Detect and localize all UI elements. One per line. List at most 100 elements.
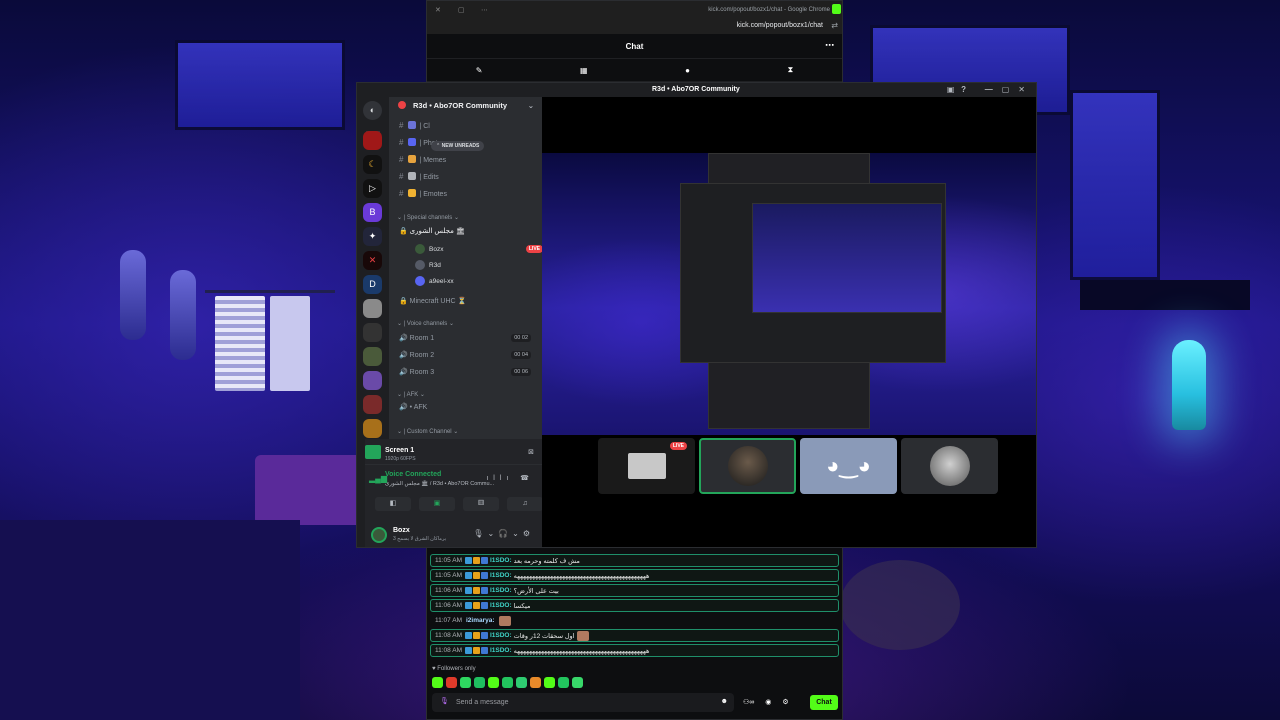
maximize-icon[interactable]: ▢ bbox=[1002, 85, 1019, 94]
emote-icon[interactable] bbox=[446, 677, 457, 688]
chat-send-button[interactable]: Chat bbox=[810, 695, 838, 710]
text-channel[interactable]: # | Emotes bbox=[399, 189, 447, 198]
category-custom-label[interactable]: Custom Channel bbox=[407, 429, 452, 435]
badge-icon[interactable] bbox=[480, 572, 488, 579]
chat-bubble-icon[interactable]: ● bbox=[685, 66, 690, 75]
voice-channel[interactable]: 🔊 Room 3 00 06 bbox=[399, 368, 537, 376]
text-channel-label[interactable]: Memes bbox=[423, 157, 446, 164]
server-icon-grey[interactable] bbox=[363, 299, 382, 318]
chat-message[interactable]: 11:08 AM I1SDO: اول سحقات 12ر وقات bbox=[430, 629, 839, 642]
discord-home-icon[interactable]: ◐ bbox=[363, 101, 382, 120]
chrome-restore-icon[interactable]: ▢ bbox=[458, 6, 465, 14]
chrome-url[interactable]: kick.com/popout/bozx1/chat bbox=[737, 22, 823, 29]
chrome-address-bar[interactable]: kick.com/popout/bozx1/chat ⇄ bbox=[427, 20, 842, 34]
headphones-icon[interactable]: 🎧 bbox=[498, 529, 512, 538]
channel-afk[interactable]: 🔊 • AFK bbox=[399, 403, 427, 411]
emote-icon[interactable] bbox=[558, 677, 569, 688]
server-icon-play[interactable]: ▷ bbox=[363, 179, 382, 198]
settings-gear-icon[interactable]: ⚙ bbox=[523, 529, 534, 538]
soundboard-button[interactable]: ♫ bbox=[507, 497, 543, 511]
chat-more-icon[interactable]: ⋯ bbox=[825, 40, 834, 51]
category-custom[interactable]: ⌄ | Custom Channel ⌄ bbox=[397, 428, 458, 435]
emote-icon[interactable] bbox=[460, 677, 471, 688]
voice-channel[interactable]: 🔊 Room 2 00 04 bbox=[399, 351, 537, 359]
close-icon[interactable]: ✕ bbox=[1018, 85, 1034, 94]
server-icon-x[interactable]: ✕ bbox=[363, 251, 382, 270]
message-username[interactable]: I1SDO: bbox=[490, 557, 512, 564]
chat-message[interactable]: 11:06 AM I1SDO: بيت على الأرض؟ bbox=[430, 584, 839, 597]
server-icon-dark[interactable] bbox=[363, 323, 382, 342]
category-afk-label[interactable]: AFK bbox=[407, 392, 419, 398]
stop-stream-icon[interactable]: ⊠ bbox=[528, 448, 534, 456]
mod-icon[interactable]: ▦ bbox=[580, 66, 588, 75]
voice-channel-location[interactable]: مجلس الشورى 🏛 / R3d • Abo7OR Commu... bbox=[385, 481, 494, 487]
emote-icon[interactable] bbox=[502, 677, 513, 688]
quick-emote-icon[interactable]: ◉ bbox=[765, 698, 771, 706]
category-special[interactable]: ⌄ | Special channels ⌄ bbox=[397, 214, 459, 221]
message-username[interactable]: i2imarya: bbox=[466, 617, 495, 624]
badge-icon[interactable] bbox=[464, 647, 472, 654]
crown-badge-icon[interactable] bbox=[472, 557, 480, 564]
badge-icon[interactable] bbox=[480, 602, 488, 609]
pin-icon[interactable]: ✎ bbox=[476, 66, 483, 75]
chat-message-input[interactable]: 🎙 Send a message ☻ bbox=[432, 693, 734, 712]
user-name[interactable]: Bozx bbox=[393, 527, 410, 534]
chrome-close-icon[interactable]: ✕ bbox=[435, 6, 441, 14]
crown-badge-icon[interactable] bbox=[472, 587, 480, 594]
minimize-icon[interactable]: — bbox=[985, 85, 1002, 94]
voice-user-name[interactable]: a9eel-xx bbox=[429, 278, 454, 285]
text-channel-label[interactable]: Edits bbox=[423, 174, 439, 181]
text-channel-label[interactable]: Emotes bbox=[423, 191, 447, 198]
voice-user[interactable]: a9eel-xx bbox=[415, 276, 543, 286]
emote-icon[interactable] bbox=[530, 677, 541, 688]
voice-channel-label[interactable]: Room 3 bbox=[410, 369, 435, 376]
camera-button[interactable]: ◧ bbox=[375, 497, 411, 511]
badge-icon[interactable] bbox=[464, 557, 472, 564]
text-channel[interactable]: # | Cl bbox=[399, 121, 430, 130]
badge-icon[interactable] bbox=[464, 572, 472, 579]
badge-icon[interactable] bbox=[480, 647, 488, 654]
category-voice-label[interactable]: Voice channels bbox=[407, 321, 447, 327]
channel-special-label[interactable]: مجلس الشورى 🏛 bbox=[410, 228, 465, 235]
message-username[interactable]: I1SDO: bbox=[490, 602, 512, 609]
voice-user-name[interactable]: Bozx bbox=[429, 246, 443, 253]
server-icon-cat[interactable]: ✦ bbox=[363, 227, 382, 246]
voice-user[interactable]: Bozx LIVE bbox=[415, 244, 543, 254]
participant-tile-discord[interactable]: ◕‿◕ bbox=[800, 438, 897, 494]
chat-message[interactable]: 11:06 AM I1SDO: ميكسا bbox=[430, 599, 839, 612]
kick-extension-icon[interactable] bbox=[832, 4, 841, 14]
new-unreads-label[interactable]: NEW UNREADS bbox=[442, 143, 480, 149]
category-afk[interactable]: ⌄ | AFK ⌄ bbox=[397, 391, 425, 398]
new-unreads-pill[interactable]: ⌃ NEW UNREADS bbox=[431, 141, 485, 151]
server-icon-b[interactable]: B bbox=[363, 203, 382, 222]
category-special-label[interactable]: Special channels bbox=[407, 215, 452, 221]
voice-channel-label[interactable]: Room 1 bbox=[410, 335, 435, 342]
badge-icon[interactable] bbox=[480, 587, 488, 594]
crown-badge-icon[interactable] bbox=[472, 602, 480, 609]
badge-icon[interactable] bbox=[464, 587, 472, 594]
screen-share-button[interactable]: ▣ bbox=[419, 497, 455, 511]
message-username[interactable]: I1SDO: bbox=[490, 632, 512, 639]
server-icon-orange[interactable] bbox=[363, 419, 382, 438]
server-icon-moon[interactable]: ☾ bbox=[363, 155, 382, 174]
chat-message[interactable]: 11:05 AM I1SDO: مش ف كلمته وحرمه بعد bbox=[430, 554, 839, 567]
badge-icon[interactable] bbox=[480, 632, 488, 639]
voice-user[interactable]: R3d bbox=[415, 260, 543, 270]
category-voice[interactable]: ⌄ | Voice channels ⌄ bbox=[397, 320, 454, 327]
emote-icon[interactable] bbox=[488, 677, 499, 688]
channel-minecraft[interactable]: 🔒 Minecraft UHC ⏳ bbox=[399, 297, 466, 305]
chevron-down-icon[interactable]: ⌄ bbox=[528, 101, 534, 110]
screen-share-thumb[interactable] bbox=[365, 445, 381, 459]
site-settings-icon[interactable]: ⇄ bbox=[831, 21, 838, 30]
channel-minecraft-label[interactable]: Minecraft UHC ⏳ bbox=[410, 298, 467, 305]
server-icon-d[interactable]: D bbox=[363, 275, 382, 294]
stream-video[interactable] bbox=[542, 153, 1036, 435]
participant-tile-avatar[interactable] bbox=[901, 438, 998, 494]
voice-channel-label[interactable]: Room 2 bbox=[410, 352, 435, 359]
message-username[interactable]: I1SDO: bbox=[490, 647, 512, 654]
server-icon-purple[interactable] bbox=[363, 371, 382, 390]
badge-icon[interactable] bbox=[480, 557, 488, 564]
emote-icon[interactable] bbox=[572, 677, 583, 688]
message-username[interactable]: I1SDO: bbox=[490, 572, 512, 579]
emote-icon[interactable] bbox=[474, 677, 485, 688]
